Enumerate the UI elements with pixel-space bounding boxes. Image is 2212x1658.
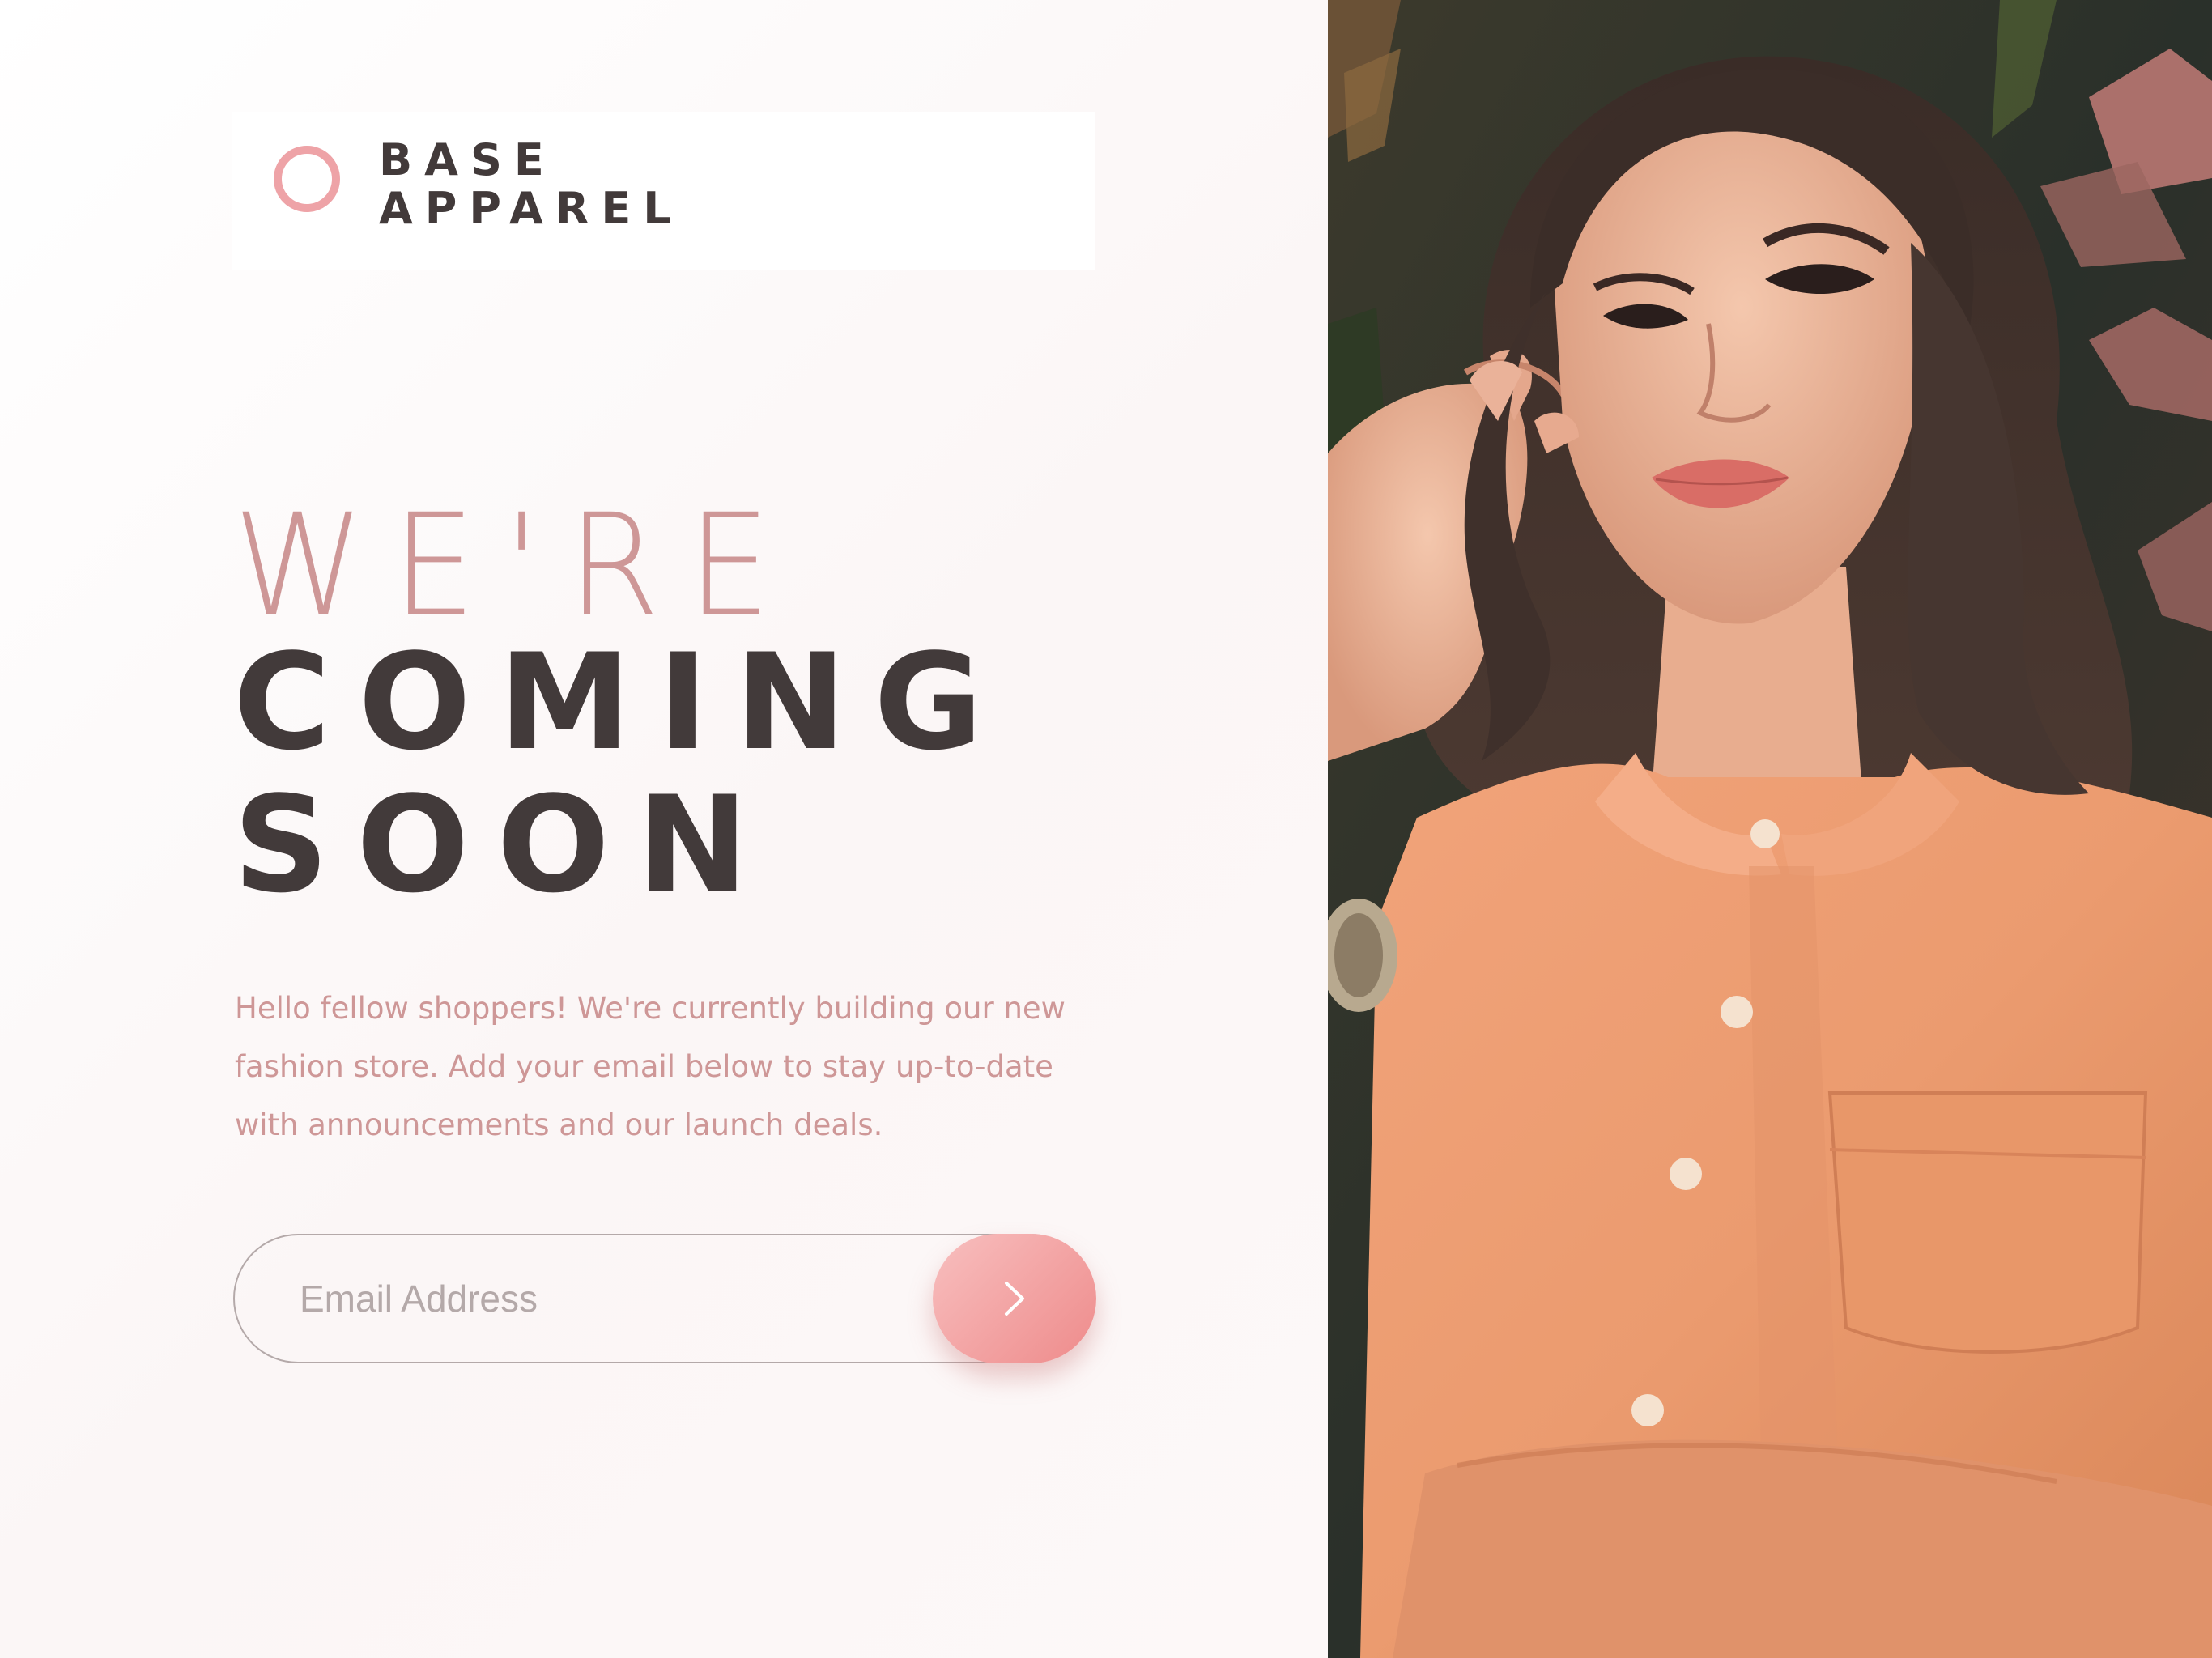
signup-form (233, 1234, 1096, 1363)
headline-line-were: WE'RE (233, 483, 799, 648)
brand-name-line1: BASE (379, 134, 556, 185)
model-photo (1328, 0, 2212, 1658)
brand-name-line2: APPAREL (379, 183, 683, 234)
submit-button[interactable] (933, 1234, 1096, 1363)
intro-paragraph: Hello fellow shoppers! We're currently b… (235, 991, 1066, 1142)
logo-ring-icon (274, 146, 340, 212)
brand-logo[interactable]: BASE APPAREL (379, 136, 683, 233)
headline-line-coming: COMING (233, 625, 1010, 780)
hero-image (1328, 0, 2212, 1658)
headline-line-soon: SOON (233, 767, 776, 922)
hero-headline: WE'RE COMING SOON (233, 483, 1010, 922)
chevron-right-icon (1005, 1282, 1024, 1316)
